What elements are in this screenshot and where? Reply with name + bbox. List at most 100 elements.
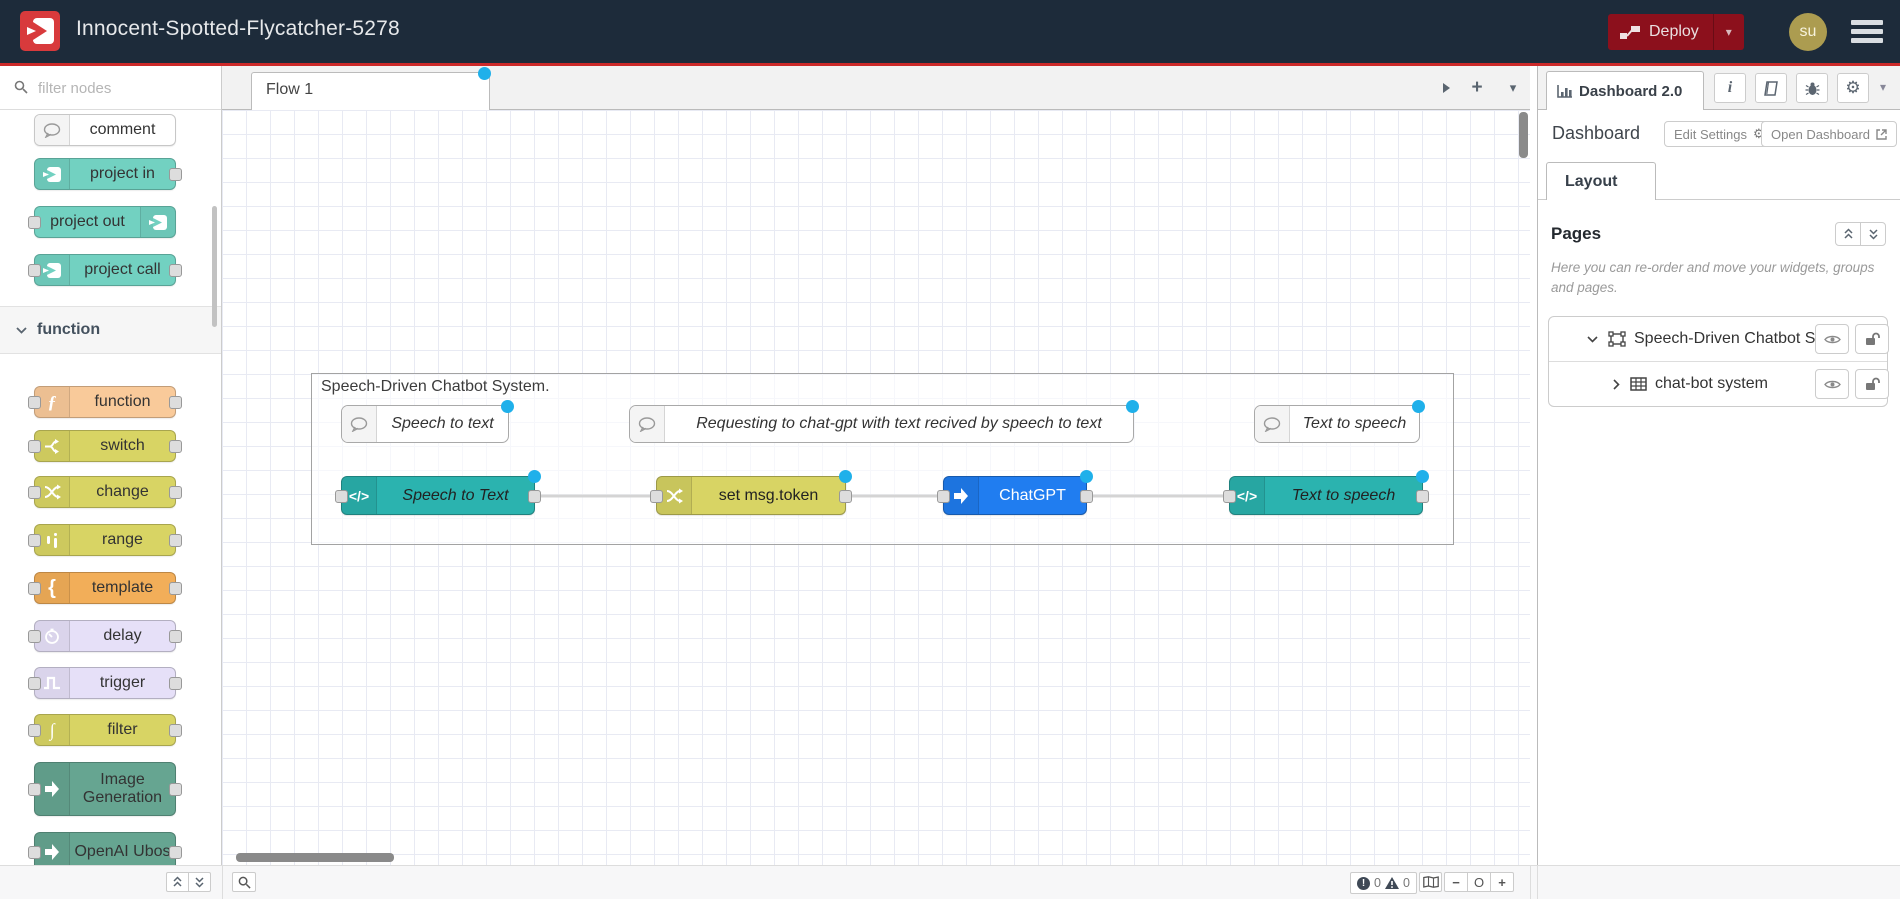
unsaved-changes-dot — [1416, 470, 1429, 483]
input-port[interactable] — [937, 490, 950, 503]
palette-node-template[interactable]: { template — [28, 572, 182, 604]
comment-node[interactable]: Speech to text — [341, 400, 514, 443]
flow-group[interactable]: Speech-Driven Chatbot System. — [311, 373, 1454, 545]
node-text-to-speech[interactable]: </> Text to speech — [1223, 470, 1429, 515]
unlock-button[interactable] — [1855, 369, 1889, 399]
palette-node-switch[interactable]: switch — [28, 430, 182, 462]
comment-node[interactable]: Text to speech — [1254, 400, 1425, 443]
node-red-logo-icon — [20, 11, 60, 51]
tab-layout[interactable]: Layout — [1546, 162, 1656, 200]
horizontal-scrollbar[interactable] — [236, 853, 394, 862]
main-menu-button[interactable] — [1851, 20, 1883, 44]
output-port — [169, 582, 182, 595]
output-port[interactable] — [1416, 490, 1429, 503]
node-speech-to-text[interactable]: </> Speech to Text — [335, 470, 541, 515]
deploy-button-main[interactable]: Deploy — [1608, 14, 1713, 50]
user-avatar[interactable]: su — [1789, 13, 1827, 51]
error-count: 0 — [1374, 876, 1381, 890]
pages-section-title: Pages — [1551, 224, 1602, 243]
visibility-button[interactable] — [1815, 324, 1849, 354]
sidebar-tabs-caret[interactable]: ▾ — [1880, 80, 1886, 94]
sidebar: Dashboard 2.0 i ⚙ ▾ Dashboard Edit Setti… — [1537, 66, 1900, 865]
sidebar-tab-bar: Dashboard 2.0 i ⚙ ▾ — [1538, 66, 1900, 110]
edit-settings-button[interactable]: Edit Settings ⚙ — [1664, 121, 1775, 147]
palette-category-function[interactable]: function — [0, 306, 221, 354]
comment-bubble-icon — [342, 406, 377, 442]
page-row-chat-bot-system[interactable]: chat-bot system — [1549, 362, 1889, 406]
flow-tab[interactable]: Flow 1 — [251, 67, 491, 110]
palette-node-project-in[interactable]: project in — [34, 158, 182, 190]
flow-status-counts[interactable]: ! 0 0 — [1350, 872, 1417, 894]
debug-tab-button[interactable] — [1796, 73, 1828, 103]
expand-all-button[interactable] — [1860, 222, 1886, 246]
node-label: set msg.token — [718, 486, 819, 504]
palette-node-label: template — [91, 578, 154, 596]
info-icon: i — [1727, 79, 1733, 96]
deploy-button[interactable]: Deploy ▾ — [1608, 14, 1744, 50]
tab-list-caret[interactable]: ▾ — [1501, 76, 1525, 100]
minimap-button[interactable] — [1419, 872, 1442, 892]
add-flow-button[interactable]: + — [1465, 76, 1489, 100]
warning-count: 0 — [1402, 876, 1410, 890]
palette-node-filter[interactable]: ∫ filter — [28, 714, 182, 746]
input-port — [28, 216, 41, 229]
palette-node-change[interactable]: change — [28, 476, 182, 508]
flow-canvas[interactable]: Speech-Driven Chatbot System. Speech to … — [222, 110, 1530, 865]
zoom-in-button[interactable]: + — [1490, 872, 1514, 892]
collapse-all-button[interactable] — [1835, 222, 1861, 246]
input-port[interactable] — [650, 490, 663, 503]
input-port — [28, 677, 41, 690]
bar-chart-icon — [1557, 84, 1573, 98]
palette-node-label: project in — [90, 164, 155, 182]
output-port[interactable] — [839, 490, 852, 503]
palette-node-range[interactable]: range — [28, 524, 182, 556]
zoom-reset-button[interactable]: O — [1467, 872, 1491, 892]
palette-node-image-generation[interactable]: Image Generation — [28, 762, 182, 816]
dashboard-subtabs: Layout — [1538, 161, 1900, 200]
visibility-button[interactable] — [1815, 369, 1849, 399]
tab-dashboard-2[interactable]: Dashboard 2.0 — [1546, 71, 1704, 110]
avatar-initials: su — [1799, 23, 1817, 40]
object-group-icon — [1608, 331, 1626, 347]
palette-node-openai-ubos[interactable]: OpenAI Ubos — [28, 832, 182, 865]
vertical-scrollbar[interactable] — [1519, 112, 1528, 158]
input-port[interactable] — [335, 490, 348, 503]
info-tab-button[interactable]: i — [1714, 73, 1746, 103]
palette-node-label: OpenAI Ubos — [74, 842, 171, 860]
comment-bubble-icon — [630, 406, 665, 442]
canvas-search-button[interactable] — [232, 872, 256, 892]
config-tab-button[interactable]: ⚙ — [1837, 73, 1869, 103]
output-port[interactable] — [1080, 490, 1093, 503]
palette-node-comment[interactable]: comment — [34, 114, 176, 146]
comment-bubble-icon — [35, 115, 70, 145]
palette-expand-all-button[interactable] — [188, 872, 211, 892]
palette-node-trigger[interactable]: trigger — [28, 667, 182, 699]
chevron-down-icon[interactable] — [1587, 335, 1598, 343]
node-set-msg-token[interactable]: set msg.token — [650, 470, 852, 515]
comment-node[interactable]: Requesting to chat-gpt with text recived… — [629, 400, 1139, 443]
input-port[interactable] — [1223, 490, 1236, 503]
palette-collapse-all-button[interactable] — [166, 872, 189, 892]
output-port[interactable] — [528, 490, 541, 503]
chevron-right-icon[interactable] — [1613, 378, 1620, 390]
palette-node-delay[interactable]: delay — [28, 620, 182, 652]
palette-node-label: Image Generation — [82, 770, 163, 806]
unlock-button[interactable] — [1855, 324, 1889, 354]
node-label: Speech to Text — [402, 486, 509, 504]
palette-scrollbar[interactable] — [212, 206, 217, 327]
page-row-speech-driven-chatbot[interactable]: Speech-Driven Chatbot S — [1549, 317, 1889, 362]
open-dashboard-button[interactable]: Open Dashboard — [1761, 121, 1898, 147]
unsaved-changes-dot — [839, 470, 852, 483]
palette-filter-input[interactable] — [36, 74, 200, 102]
zoom-out-button[interactable]: − — [1444, 872, 1468, 892]
help-tab-button[interactable] — [1755, 73, 1787, 103]
palette-node-project-call[interactable]: project call — [28, 254, 182, 286]
flow-list-button[interactable] — [1434, 76, 1458, 100]
node-chatgpt[interactable]: ChatGPT — [937, 470, 1093, 515]
palette-node-project-out[interactable]: project out — [28, 206, 176, 238]
input-port — [28, 783, 41, 796]
palette-node-function[interactable]: ƒ function — [28, 386, 182, 418]
deploy-icon — [1620, 24, 1640, 40]
deploy-options-caret[interactable]: ▾ — [1712, 14, 1744, 50]
palette-node-label: filter — [107, 720, 138, 738]
